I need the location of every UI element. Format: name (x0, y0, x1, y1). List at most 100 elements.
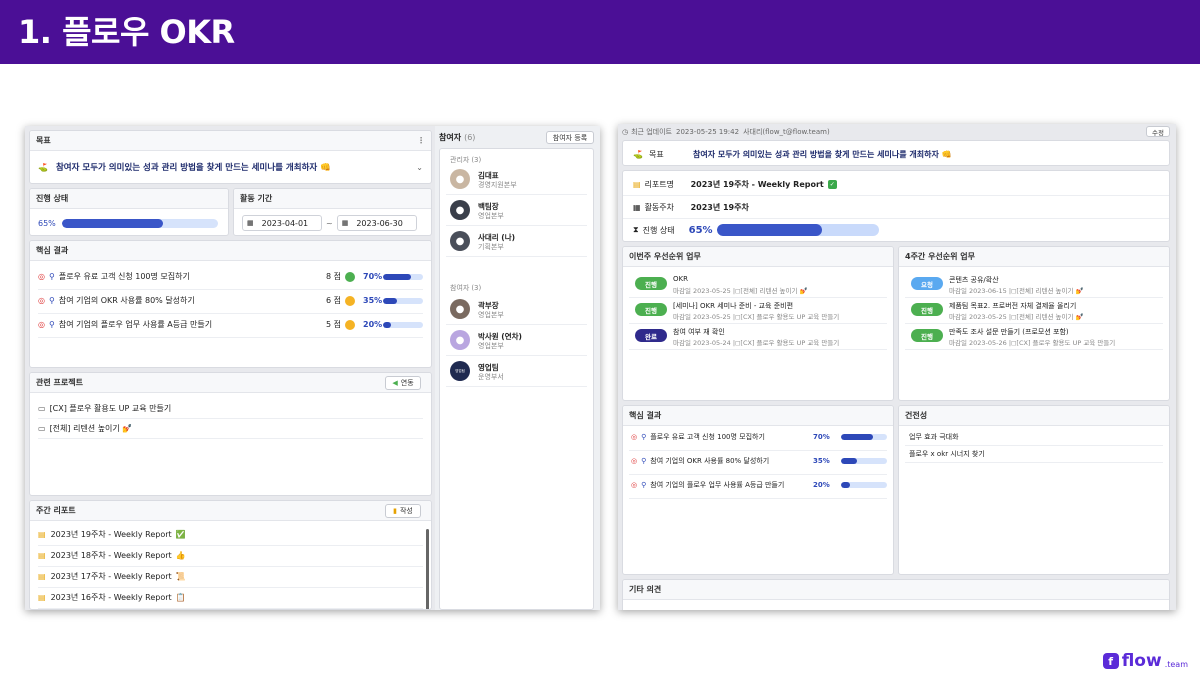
project-item[interactable]: ▭ [전체] 리텐션 높이기 💅 (38, 423, 132, 434)
period-card: 활동 기간 ▦ 2023-04-01 ~ ▦ 2023-06-30 (233, 188, 432, 236)
status-percent: 65% (688, 224, 713, 236)
key-result-progress (841, 434, 887, 440)
person-icon: ● (455, 334, 465, 346)
status-dot (345, 319, 355, 330)
search-icon: ⚲ (641, 433, 647, 441)
task-meta: 마감일 2023-05-25 |◻[CX] 플로우 활용도 UP 교육 만들기 (673, 313, 840, 321)
report-name: 2023년 19주차 - Weekly Report (690, 180, 824, 189)
task-status-badge: 진행 (911, 303, 943, 316)
calendar-icon: ▦ (341, 219, 349, 227)
report-goal-card: ⛳ 목표 참여자 모두가 의미있는 성과 관리 방법을 찾게 만드는 세미나를 … (622, 140, 1170, 166)
key-results-card: 핵심 결과 ◎ ⚲ 플로우 유료 고객 신청 100명 모집하기 8 점 70% ◎ ⚲ 참여… (29, 240, 432, 368)
task-title[interactable]: 참여 여부 재 확인 (673, 327, 725, 337)
scrollbar[interactable] (426, 529, 429, 609)
participant-dept: 영업본부 (478, 342, 504, 350)
edit-button[interactable]: 수정 (1146, 126, 1170, 137)
chart-icon: ▮ (393, 507, 397, 515)
participants-panel: 참여자 (6) 참여자 등록 관리자 (3) ● 김대표 경영지원본부 ● 백팀장 영업본… (435, 126, 600, 610)
task-title[interactable]: [세미나] OKR 세미나 준비 - 교육 준비편 (673, 301, 793, 311)
avatar[interactable]: ● (450, 200, 470, 220)
avatar[interactable]: ● (450, 231, 470, 251)
task-status-badge: 완료 (635, 329, 667, 342)
document-icon: ▤ (38, 593, 46, 602)
write-report-button[interactable]: ▮ 작성 (385, 504, 421, 518)
key-result-row[interactable]: ◎ ⚲ 참여 기업의 플로우 업무 사용률 A등급 만들기 20% (631, 480, 887, 490)
weekly-report-item[interactable]: ▤ 2023년 19주차 - Weekly Report ✅ (38, 529, 186, 540)
project-item[interactable]: ▭ [CX] 플로우 활용도 UP 교육 만들기 (38, 403, 171, 414)
flag-icon: ⛳ (38, 162, 48, 172)
report-info-card: ▤ 리포트명 2023년 19주차 - Weekly Report ✓ ▦ 활동… (622, 170, 1170, 242)
period-header: 활동 기간 (240, 194, 273, 203)
project-icon: ▭ (38, 404, 46, 413)
key-result-row[interactable]: ◎ ⚲ 참여 기업의 OKR 사용률 80% 달성하기 35% (631, 456, 887, 466)
end-date-field[interactable]: ▦ 2023-06-30 (336, 215, 417, 231)
task-title[interactable]: OKR (673, 275, 688, 283)
project-icon: ▭ (38, 424, 46, 433)
task-title[interactable]: 콘텐츠 공유/확산 (949, 275, 999, 285)
status-dot (345, 271, 355, 282)
person-icon: ● (455, 235, 465, 247)
weekly-report-item[interactable]: ▤ 2023년 18주차 - Weekly Report 👍 (38, 550, 186, 561)
check-icon: ✓ (827, 180, 837, 189)
this-week-card: 이번주 우선순위 업무 진행 OKR 마감일 2023-05-25 |◻[전체] 리… (622, 246, 894, 401)
okr-detail-screenshot: 목표 ⋮ ⛳ 참여자 모두가 의미있는 성과 관리 방법을 찾게 만드는 세미나… (25, 126, 600, 610)
flow-logo-icon: f (1102, 653, 1119, 669)
flow-logo: f flow .team (1102, 651, 1188, 671)
task-title[interactable]: 만족도 조사 설문 만들기 (프로모션 포함) (949, 327, 1069, 337)
search-icon: ⚲ (641, 457, 647, 465)
key-result-row[interactable]: ◎ ⚲ 참여 기업의 OKR 사용률 80% 달성하기 6 점 35% (38, 295, 423, 306)
add-participant-button[interactable]: 참여자 등록 (546, 131, 594, 144)
task-meta: 마감일 2023-05-25 |◻[전체] 리텐션 높이기 💅 (949, 313, 1084, 321)
slide-title: 1. 플로우 OKR (18, 13, 235, 51)
weekly-report-item[interactable]: ▤ 2023년 17주차 - Weekly Report 📜 (38, 571, 186, 582)
more-icon[interactable]: ⋮ (417, 136, 425, 145)
calendar-icon: ▦ (247, 219, 254, 227)
link-icon: ◀ (392, 379, 398, 387)
key-result-progress (841, 482, 887, 488)
search-icon: ⚲ (48, 320, 55, 329)
avatar[interactable]: ● (450, 169, 470, 189)
task-meta: 마감일 2023-06-15 |◻[전체] 리텐션 높이기 💅 (949, 287, 1084, 295)
search-icon: ⚲ (641, 481, 647, 489)
goal-header: 목표 (36, 136, 51, 145)
key-result-row[interactable]: ◎ ⚲ 플로우 유료 고객 신청 100명 모집하기 70% (631, 432, 887, 442)
task-status-badge: 진행 (911, 329, 943, 342)
participant-dept: 영업본부 (478, 311, 504, 319)
progress-bar (62, 219, 218, 228)
target-icon: ◎ (631, 457, 638, 465)
task-title[interactable]: 제품팀 목표2. 프로버전 자체 결제율 올리기 (949, 301, 1076, 311)
suggestions-card: 건전성 업무 효과 극대화 플로우 x okr 시너지 찾기 (898, 405, 1170, 575)
person-icon: ● (455, 204, 465, 216)
participant-dept: 운영부서 (478, 373, 504, 381)
avatar[interactable]: ● (450, 330, 470, 350)
flag-icon: ⛳ (633, 150, 643, 159)
target-icon: ◎ (38, 272, 45, 281)
person-icon: ● (455, 173, 465, 185)
avatar[interactable]: 영업팀 (450, 361, 470, 381)
key-result-progress (383, 273, 423, 280)
four-week-card: 4주간 우선순위 업무 요청 콘텐츠 공유/확산 마감일 2023-06-15 |◻… (898, 246, 1170, 401)
target-icon: ◎ (38, 296, 45, 305)
task-status-badge: 진행 (635, 277, 667, 290)
key-results-header: 핵심 결과 (36, 246, 69, 255)
key-result-progress (841, 458, 887, 464)
suggestion-item: 업무 효과 극대화 (909, 433, 959, 441)
key-result-progress (383, 297, 423, 304)
avatar[interactable]: ● (450, 299, 470, 319)
search-icon: ⚲ (48, 272, 55, 281)
other-opinion-card: 기타 의견 (622, 579, 1170, 610)
weekly-report-item[interactable]: ▤ 2023년 16주차 - Weekly Report 📋 (38, 592, 186, 603)
progress-card: 진행 상태 65% (29, 188, 229, 236)
start-date-field[interactable]: ▦ 2023-04-01 (242, 215, 322, 231)
report-goal-text: 참여자 모두가 의미있는 성과 관리 방법을 찾게 만드는 세미나를 개최하자 … (692, 150, 952, 159)
projects-card: 관련 프로젝트 ◀ 연동 ▭ [CX] 플로우 활용도 UP 교육 만들기 ▭ [전체… (29, 372, 432, 496)
task-meta: 마감일 2023-05-26 |◻[CX] 플로우 활용도 UP 교육 만들기 (949, 339, 1116, 347)
search-icon: ⚲ (48, 296, 55, 305)
status-progress-bar (716, 224, 879, 236)
key-result-row[interactable]: ◎ ⚲ 참여 기업의 플로우 업무 사용률 A등급 만들기 5 점 20% (38, 319, 423, 330)
task-meta: 마감일 2023-05-25 |◻[전체] 리텐션 높이기 💅 (673, 287, 808, 295)
participants-list: 관리자 (3) ● 김대표 경영지원본부 ● 백팀장 영업본부 ● 사대리 (나) 기획본부 참… (439, 148, 594, 610)
link-project-button[interactable]: ◀ 연동 (385, 376, 421, 390)
chevron-down-icon[interactable]: ⌄ (416, 163, 423, 172)
key-result-row[interactable]: ◎ ⚲ 플로우 유료 고객 신청 100명 모집하기 8 점 70% (38, 271, 423, 282)
